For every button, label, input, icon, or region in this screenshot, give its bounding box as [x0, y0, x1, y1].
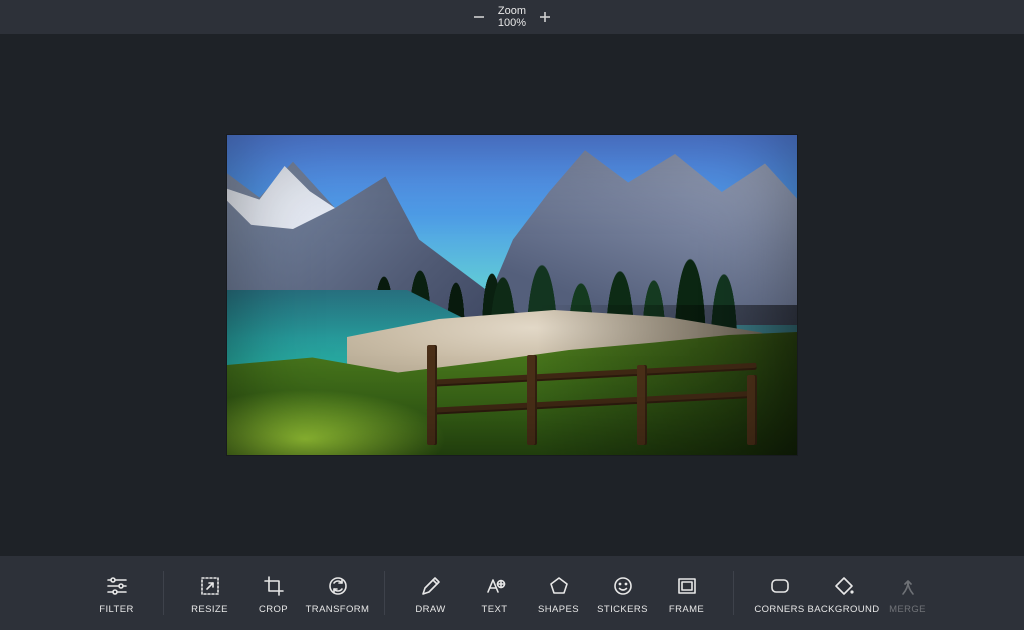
smiley-icon: [611, 574, 635, 598]
plus-icon: [539, 11, 551, 23]
corners-button[interactable]: CORNERS: [748, 564, 812, 622]
group-transform: RESIZE CROP TRANSFORM: [178, 556, 370, 630]
toolbar-separator: [384, 571, 385, 615]
shapes-label: SHAPES: [538, 604, 579, 615]
resize-button[interactable]: RESIZE: [178, 564, 242, 622]
draw-label: DRAW: [415, 604, 445, 615]
stickers-label: STICKERS: [597, 604, 648, 615]
pencil-icon: [419, 574, 443, 598]
frame-button[interactable]: FRAME: [655, 564, 719, 622]
zoom-out-button[interactable]: [472, 10, 486, 24]
toolbar-separator: [163, 571, 164, 615]
filter-label: FILTER: [99, 604, 133, 615]
resize-icon: [198, 574, 222, 598]
toolbar-separator: [733, 571, 734, 615]
text-label: TEXT: [482, 604, 508, 615]
rotate-icon: [326, 574, 350, 598]
paint-bucket-icon: [832, 574, 856, 598]
text-button[interactable]: TEXT: [463, 564, 527, 622]
shapes-button[interactable]: SHAPES: [527, 564, 591, 622]
canvas-image[interactable]: [227, 135, 797, 455]
corners-label: CORNERS: [754, 604, 804, 615]
bottom-toolbar: FILTER RESIZE CROP TRANSFORM: [0, 556, 1024, 630]
minus-icon: [473, 11, 485, 23]
zoom-readout: Zoom 100%: [498, 5, 526, 29]
transform-label: TRANSFORM: [306, 604, 370, 615]
zoom-label: Zoom: [498, 5, 526, 17]
resize-label: RESIZE: [191, 604, 228, 615]
merge-icon: [896, 574, 920, 598]
background-button[interactable]: BACKGROUND: [812, 564, 876, 622]
text-icon: [483, 574, 507, 598]
crop-button[interactable]: CROP: [242, 564, 306, 622]
zoom-value: 100%: [498, 17, 526, 29]
crop-icon: [262, 574, 286, 598]
background-label: BACKGROUND: [807, 604, 879, 615]
top-bar: Zoom 100%: [0, 0, 1024, 34]
merge-button: MERGE: [876, 564, 940, 622]
frame-label: FRAME: [669, 604, 704, 615]
pentagon-icon: [547, 574, 571, 598]
sliders-icon: [105, 574, 129, 598]
draw-button[interactable]: DRAW: [399, 564, 463, 622]
rounded-rect-icon: [768, 574, 792, 598]
crop-label: CROP: [259, 604, 288, 615]
group-filter: FILTER: [85, 556, 149, 630]
transform-button[interactable]: TRANSFORM: [306, 564, 370, 622]
frame-icon: [675, 574, 699, 598]
stickers-button[interactable]: STICKERS: [591, 564, 655, 622]
zoom-control: Zoom 100%: [472, 5, 552, 29]
merge-label: MERGE: [889, 604, 926, 615]
filter-button[interactable]: FILTER: [85, 564, 149, 622]
group-draw: DRAW TEXT SHAPES STICKERS: [399, 556, 719, 630]
group-canvas: CORNERS BACKGROUND MERGE: [748, 556, 940, 630]
zoom-in-button[interactable]: [538, 10, 552, 24]
canvas-area: [0, 34, 1024, 556]
